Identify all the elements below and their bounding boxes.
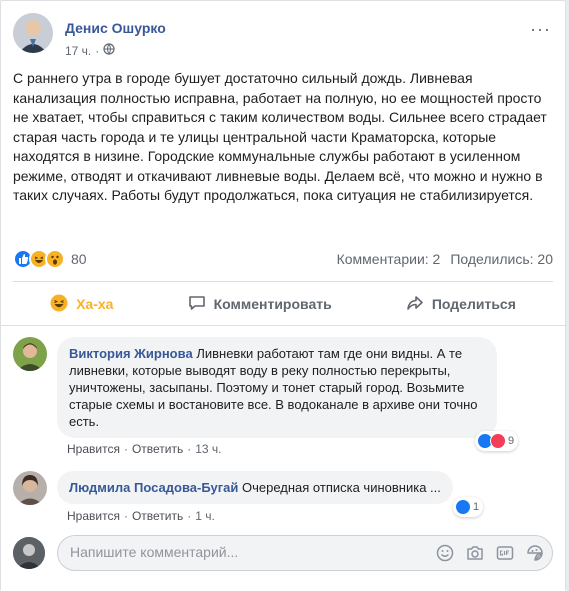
wow-reaction-icon xyxy=(45,249,65,269)
comment-author[interactable]: Людмила Посадова-Бугай xyxy=(69,480,238,495)
globe-icon xyxy=(103,43,115,58)
comment-bubble: Виктория Жирнова Ливневки работают там г… xyxy=(57,337,497,438)
composer-icons xyxy=(436,544,544,562)
reactions-summary: 80 Комментарии: 2 Поделились: 20 xyxy=(13,249,553,271)
commenter-avatar[interactable] xyxy=(13,337,47,371)
like-mini-icon xyxy=(455,499,471,515)
emoji-icon[interactable] xyxy=(436,544,454,562)
post-header: Денис Ошурко 17 ч. · ··· xyxy=(13,13,553,63)
comment: Людмила Посадова-Бугай Очередная отписка… xyxy=(13,471,553,526)
comment-like-link[interactable]: Нравится xyxy=(67,442,120,456)
comment-reaction-count: 9 xyxy=(508,435,515,447)
post-author[interactable]: Денис Ошурко xyxy=(65,20,166,36)
comment-reactions[interactable]: 9 xyxy=(475,431,519,451)
sticker-icon[interactable] xyxy=(526,544,544,562)
post-card: Денис Ошурко 17 ч. · ··· С раннего утра … xyxy=(0,0,566,591)
comment-reactions[interactable]: 1 xyxy=(453,497,484,517)
share-icon xyxy=(406,294,424,315)
comment-input[interactable] xyxy=(70,544,410,560)
share-button[interactable]: Поделиться xyxy=(388,288,534,320)
post-actions: Ха-ха Комментировать Поделиться xyxy=(13,284,553,324)
post-stats: Комментарии: 2 Поделились: 20 xyxy=(337,251,553,267)
reaction-icons[interactable]: 80 xyxy=(13,249,87,269)
comment-icon xyxy=(188,294,206,315)
post-meta: 17 ч. · xyxy=(65,43,115,58)
comment-reply-link[interactable]: Ответить xyxy=(132,509,183,523)
reaction-count: 80 xyxy=(71,251,87,267)
post-time[interactable]: 17 ч. xyxy=(65,44,91,58)
comment-meta: Нравится · Ответить · 13 ч. xyxy=(67,442,222,456)
comment-label: Комментировать xyxy=(213,296,332,312)
comment-author[interactable]: Виктория Жирнова xyxy=(69,346,193,361)
comments-count-link[interactable]: Комментарии: 2 xyxy=(337,251,441,267)
comment-input-wrapper xyxy=(57,535,553,571)
author-avatar[interactable] xyxy=(13,13,53,53)
post-text: С раннего утра в городе бушует достаточн… xyxy=(13,70,547,203)
comment-button[interactable]: Комментировать xyxy=(170,288,350,320)
gif-icon[interactable] xyxy=(496,544,514,562)
haha-label: Ха-ха xyxy=(76,296,114,312)
more-options-icon[interactable]: ··· xyxy=(530,19,551,40)
comment-like-link[interactable]: Нравится xyxy=(67,509,120,523)
comment-composer xyxy=(13,535,553,571)
comment-reply-link[interactable]: Ответить xyxy=(132,442,183,456)
comment-time[interactable]: 1 ч. xyxy=(195,509,215,523)
commenter-avatar[interactable] xyxy=(13,471,47,505)
comment-text: Очередная отписка чиновника ... xyxy=(241,480,441,495)
comment-reaction-count: 1 xyxy=(473,501,480,513)
camera-icon[interactable] xyxy=(466,544,484,562)
haha-button[interactable]: Ха-ха xyxy=(32,288,131,320)
current-user-avatar xyxy=(13,537,45,569)
shares-count-link[interactable]: Поделились: 20 xyxy=(450,251,553,267)
haha-icon xyxy=(50,294,68,315)
divider xyxy=(13,281,553,282)
love-mini-icon xyxy=(490,433,506,449)
comment: Виктория Жирнова Ливневки работают там г… xyxy=(13,337,553,457)
share-label: Поделиться xyxy=(431,296,516,312)
comment-meta: Нравится · Ответить · 1 ч. xyxy=(67,509,215,523)
comment-time[interactable]: 13 ч. xyxy=(195,442,221,456)
comment-bubble: Людмила Посадова-Бугай Очередная отписка… xyxy=(57,471,453,504)
